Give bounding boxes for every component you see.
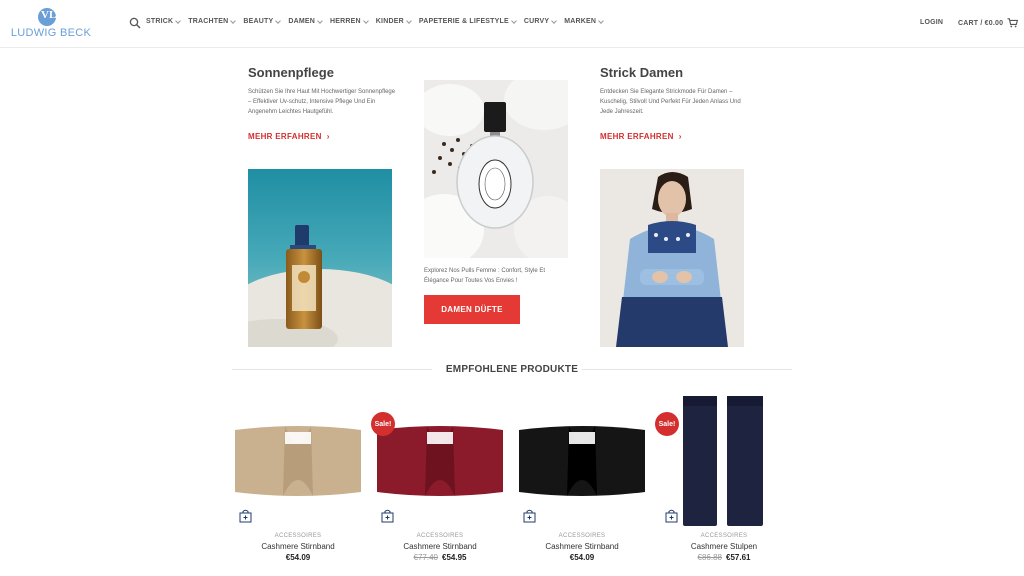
chevron-down-icon (362, 17, 369, 24)
product-category: ACCESSOIRES (558, 533, 606, 539)
promo-desc-strick-damen: Entdecken Sie Elegante Strickmode Für Da… (600, 89, 741, 115)
section-divider (582, 369, 792, 370)
section-divider (232, 369, 432, 370)
chevron-down-icon (230, 17, 237, 24)
search-icon[interactable] (129, 17, 141, 29)
product-name[interactable]: Cashmere Stirnband (233, 542, 363, 551)
product-sale-price: €57.61 (726, 553, 751, 562)
cart-icon (1007, 18, 1019, 28)
chevron-down-icon (175, 17, 182, 24)
featured-products-title: EMPFOHLENE PRODUKTE (445, 364, 579, 375)
nav-item-kinder[interactable]: KINDER (375, 17, 412, 25)
chevron-down-icon (511, 17, 517, 24)
product-card[interactable]: ACCESSOIRES Cashmere Stirnband €54.09 (233, 396, 363, 566)
promo-desc-damen-duefte: Explorez Nos Pulls Femme : Confort, Styl… (424, 268, 546, 284)
product-category: ACCESSOIRES (416, 533, 464, 539)
logo-mark-text: VL (41, 9, 57, 21)
chevron-right-icon: › (326, 132, 330, 141)
sale-badge: Sale! (655, 412, 679, 436)
product-price: €54.09 (285, 553, 311, 562)
more-link-label: MEHR ERFAHREN (600, 132, 674, 141)
nav-item-curvy[interactable]: CURVY (523, 17, 558, 25)
promo-desc-sonnenpflege: Schützen Sie Ihre Haut Mit Hochwertiger … (248, 89, 396, 115)
product-name[interactable]: Cashmere Stulpen (659, 542, 789, 551)
product-category: ACCESSOIRES (274, 533, 322, 539)
chevron-right-icon: › (678, 132, 682, 141)
logo-text: LUDWIG BECK (10, 27, 92, 39)
nav-label: BEAUTY (243, 18, 274, 25)
add-to-cart-icon[interactable] (239, 509, 252, 523)
product-card[interactable]: Sale! ACCESSOIRES Cashmere Stulpen €86.8… (655, 396, 789, 566)
damen-duefte-button[interactable]: DAMEN DÜFTE (424, 295, 520, 324)
product-image[interactable] (517, 396, 647, 528)
nav-item-beauty[interactable]: BEAUTY (243, 17, 282, 25)
product-category: ACCESSOIRES (700, 533, 748, 539)
nav-item-trachten[interactable]: TRACHTEN (188, 17, 237, 25)
nav-item-strick[interactable]: STRICK (146, 17, 182, 25)
chevron-down-icon (275, 17, 282, 24)
sonnenpflege-image[interactable] (248, 169, 392, 347)
strick-damen-image[interactable] (600, 169, 744, 347)
logo-mark-icon: VL (38, 8, 56, 26)
cart-label: CART / €0.00 (958, 19, 1004, 27)
nav-label: KINDER (375, 18, 404, 25)
add-to-cart-icon[interactable] (665, 509, 678, 523)
product-old-price: €86.88 (697, 553, 722, 562)
chevron-down-icon (598, 17, 605, 24)
nav-label: PAPETERIE & LIFESTYLE (418, 18, 509, 25)
product-price: €77.40 €54.95 (375, 553, 505, 562)
chevron-down-icon (406, 17, 412, 24)
logo[interactable]: VL LUDWIG BECK (10, 8, 92, 40)
promo-title-strick-damen: Strick Damen (600, 65, 684, 80)
product-price: €86.88 €57.61 (659, 553, 789, 562)
add-to-cart-icon[interactable] (381, 509, 394, 523)
product-sale-price: €54.95 (442, 553, 467, 562)
chevron-down-icon (551, 17, 558, 24)
nav-item-damen[interactable]: DAMEN (288, 17, 323, 25)
product-image[interactable] (659, 396, 789, 528)
nav-label: CURVY (523, 18, 550, 25)
product-old-price: €77.40 (413, 553, 438, 562)
product-name[interactable]: Cashmere Stirnband (517, 542, 647, 551)
product-price: €54.09 (569, 553, 595, 562)
site-header: VL LUDWIG BECK STRICK TRACHTEN BEAUTY DA… (0, 0, 1024, 48)
cart-link[interactable]: CART / €0.00 (958, 18, 1019, 28)
more-link-strick-damen[interactable]: MEHR ERFAHREN › (600, 132, 682, 141)
add-to-cart-icon[interactable] (523, 509, 536, 523)
nav-label: DAMEN (288, 18, 316, 25)
nav-item-marken[interactable]: MARKEN (564, 17, 605, 25)
nav-label: TRACHTEN (188, 18, 229, 25)
promo-title-sonnenpflege: Sonnenpflege (248, 65, 334, 80)
nav-item-herren[interactable]: HERREN (330, 17, 369, 25)
nav-label: MARKEN (564, 18, 597, 25)
product-card[interactable]: Sale! ACCESSOIRES Cashmere Stirnband €77… (371, 396, 505, 566)
login-link[interactable]: LOGIN (920, 19, 943, 26)
nav-label: STRICK (146, 18, 174, 25)
product-card[interactable]: ACCESSOIRES Cashmere Stirnband €54.09 (517, 396, 647, 566)
nav-label: HERREN (330, 18, 361, 25)
nav-item-papeterie[interactable]: PAPETERIE & LIFESTYLE (418, 17, 517, 25)
chevron-down-icon (317, 17, 323, 24)
product-image[interactable] (233, 396, 363, 528)
sale-badge: Sale! (371, 412, 395, 436)
product-image[interactable] (375, 396, 505, 528)
main-nav: STRICK TRACHTEN BEAUTY DAMEN HERREN KIND… (146, 17, 611, 25)
parfum-image[interactable] (424, 80, 568, 258)
more-link-sonnenpflege[interactable]: MEHR ERFAHREN › (248, 132, 330, 141)
more-link-label: MEHR ERFAHREN (248, 132, 322, 141)
product-name[interactable]: Cashmere Stirnband (375, 542, 505, 551)
